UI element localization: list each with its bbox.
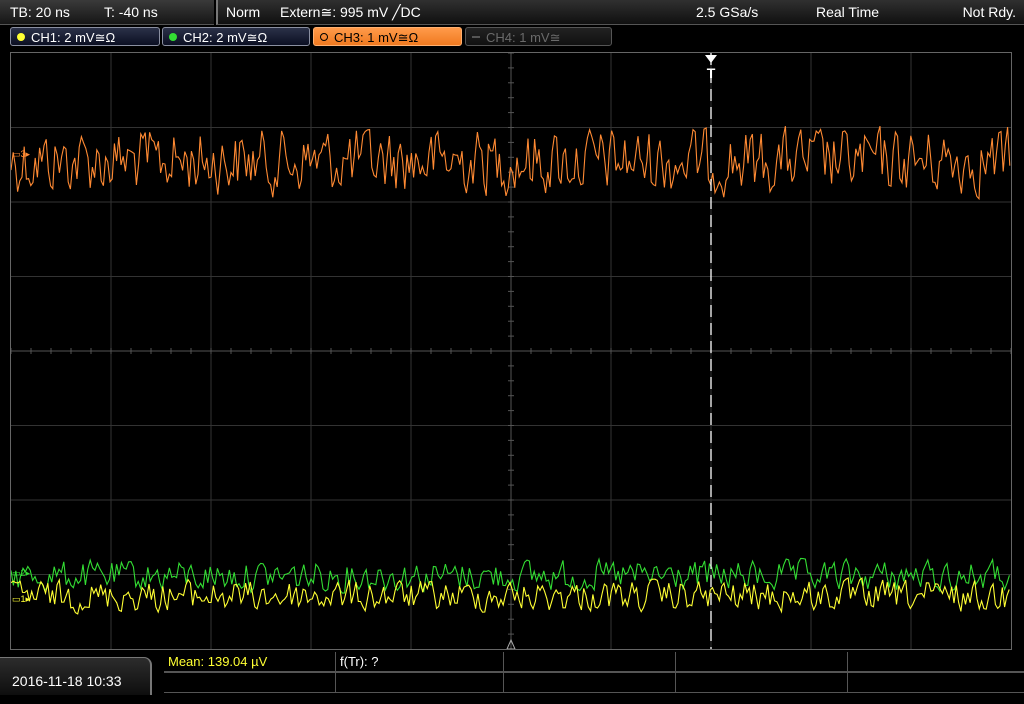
timebase-panel[interactable]: TB: 20 ns T: -40 ns <box>0 0 214 25</box>
channel-4-dash-icon <box>472 36 480 38</box>
measurement-bar: Mean: 139.04 µV f(Tr): ? <box>164 652 1024 695</box>
acq-mode-readout[interactable]: Norm <box>226 0 260 24</box>
channel-1-trace <box>11 577 1010 615</box>
measurement-4[interactable] <box>676 652 848 672</box>
channel-bar: CH1: 2 mV≅Ω CH2: 2 mV≅Ω CH3: 1 mV≅Ω CH4:… <box>0 25 1024 51</box>
channel-1-ref-marker: ▭1▸ <box>12 594 31 604</box>
measurement-2-value: f(Tr): ? <box>340 654 379 669</box>
channel-ref-markers: ▭3▸ ▭2▸ ▭1▸ <box>12 149 31 604</box>
measurement-1[interactable]: Mean: 139.04 µV <box>164 652 336 672</box>
sampling-mode-readout: Real Time <box>816 4 880 20</box>
measurement-6[interactable] <box>164 673 336 693</box>
channel-2-button[interactable]: CH2: 2 mV≅Ω <box>162 27 310 46</box>
traces <box>11 125 1011 615</box>
measurement-7[interactable] <box>336 673 504 693</box>
measurement-10[interactable] <box>848 673 1024 693</box>
measurement-9[interactable] <box>676 673 848 693</box>
channel-4-label: CH4: 1 mV≅ <box>486 30 561 45</box>
channel-2-ref-marker: ▭2▸ <box>12 568 31 578</box>
acquisition-status-bar: Norm Extern≅: 995 mV ╱DC 2.5 GSa/s Real … <box>216 0 1024 25</box>
channel-1-label: CH1: 2 mV≅Ω <box>31 30 116 45</box>
measurement-8[interactable] <box>504 673 676 693</box>
date-time-display[interactable]: 2016-11-18 10:33 <box>0 657 152 695</box>
channel-3-trace <box>11 125 1011 201</box>
trigger-arrow-icon <box>705 55 717 63</box>
channel-1-dot-icon <box>17 33 25 41</box>
channel-3-label: CH3: 1 mV≅Ω <box>334 30 419 45</box>
waveform-grid: T ▭3▸ ▭2▸ ▭1▸ <box>11 53 1011 649</box>
channel-3-dot-icon <box>320 33 328 41</box>
measurement-3[interactable] <box>504 652 676 672</box>
graticule <box>11 53 1011 649</box>
trigger-time-readout[interactable]: T: -40 ns <box>104 0 158 24</box>
trigger-source-readout[interactable]: Extern≅: 995 mV ╱DC <box>280 0 421 24</box>
trigger-marker: T <box>707 65 716 81</box>
measurement-2[interactable]: f(Tr): ? <box>336 652 504 672</box>
channel-1-button[interactable]: CH1: 2 mV≅Ω <box>10 27 160 46</box>
channel-2-dot-icon <box>169 33 177 41</box>
timebase-readout[interactable]: TB: 20 ns <box>10 0 70 24</box>
date-time: 2016-11-18 10:33 <box>12 673 122 689</box>
measurement-1-value: Mean: 139.04 µV <box>168 654 268 669</box>
channel-2-trace <box>11 557 1010 594</box>
channel-3-button[interactable]: CH3: 1 mV≅Ω <box>313 27 462 46</box>
channel-2-label: CH2: 2 mV≅Ω <box>183 30 268 45</box>
channel-4-button[interactable]: CH4: 1 mV≅ <box>465 27 612 46</box>
sample-rate-readout: 2.5 GSa/s <box>696 4 759 20</box>
waveform-display[interactable]: T ▭3▸ ▭2▸ ▭1▸ <box>10 52 1012 650</box>
measurement-5[interactable] <box>848 652 1024 672</box>
channel-3-ref-marker: ▭3▸ <box>12 149 31 159</box>
acquisition-state: Not Rdy. <box>962 4 1016 20</box>
